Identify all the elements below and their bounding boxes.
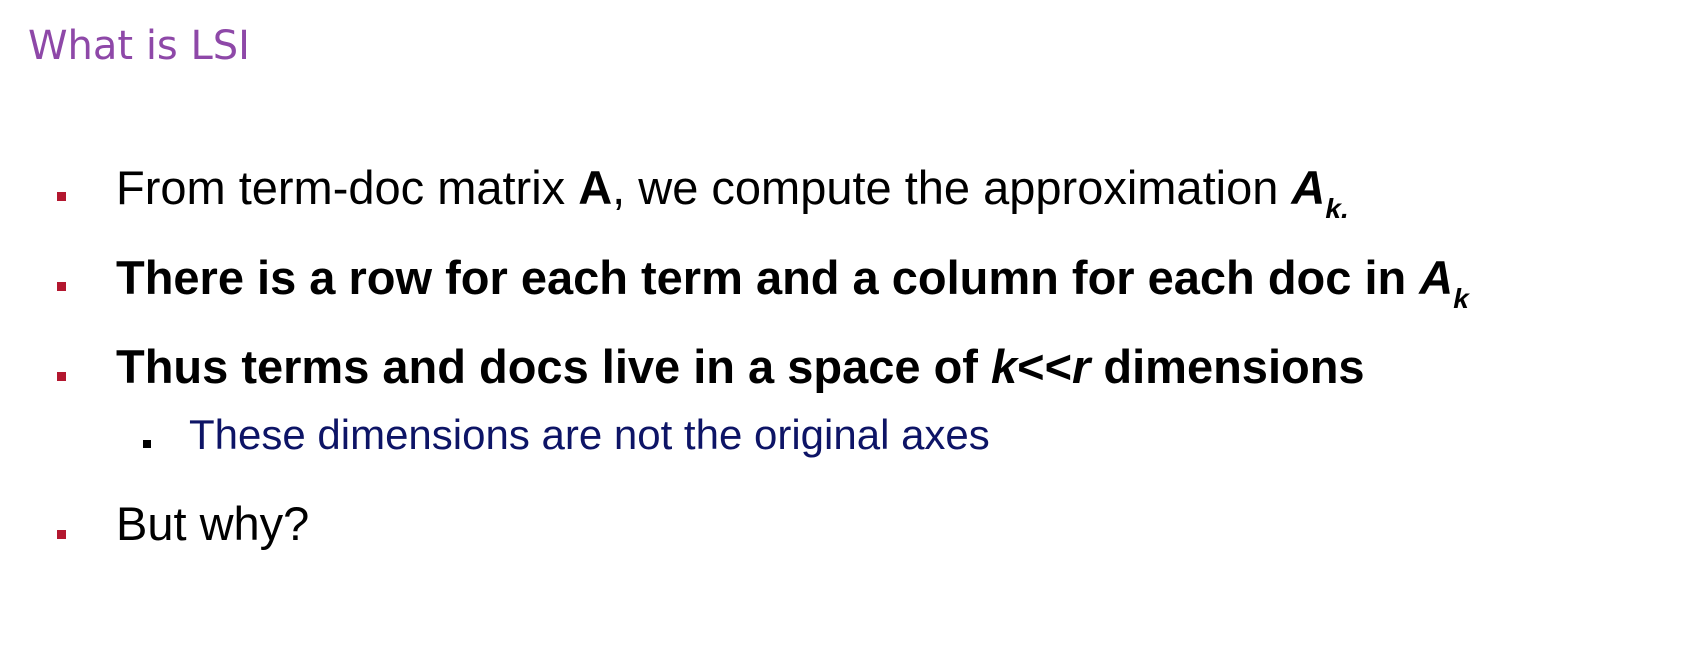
bullet-3-part1: Thus terms and docs live in a space of — [116, 340, 991, 393]
bullet-marker — [57, 282, 66, 291]
bullet-text-1: From term-doc matrix A, we compute the a… — [116, 160, 1349, 224]
matrix-symbol: A — [578, 161, 613, 214]
slide-title: What is LSI — [28, 23, 250, 69]
sub-bullet-text: These dimensions are not the original ax… — [189, 411, 990, 458]
sub-bullet-marker — [143, 440, 151, 448]
approx-symbol: A — [1291, 161, 1326, 214]
bullet-2-text: There is a row for each term and a colum… — [116, 251, 1420, 304]
bullet-1-part2: , we compute the approximation — [612, 161, 1292, 214]
bullet-3-part2: dimensions — [1090, 340, 1365, 393]
bullet-text-3: Thus terms and docs live in a space of k… — [116, 339, 1365, 395]
bullet-1-part1: From term-doc matrix — [116, 161, 579, 214]
much-less-than: << — [1017, 340, 1073, 393]
bullet-marker — [57, 372, 66, 381]
approx-symbol: A — [1419, 251, 1454, 304]
bullet-marker — [57, 530, 66, 539]
approx-subscript: k — [1453, 283, 1469, 314]
approx-subscript: k. — [1325, 193, 1349, 224]
r-symbol: r — [1072, 340, 1091, 393]
bullet-text-2: There is a row for each term and a colum… — [116, 250, 1469, 314]
bullet-text-4: But why? — [116, 497, 310, 550]
k-symbol: k — [991, 340, 1018, 393]
bullet-marker — [57, 192, 66, 201]
